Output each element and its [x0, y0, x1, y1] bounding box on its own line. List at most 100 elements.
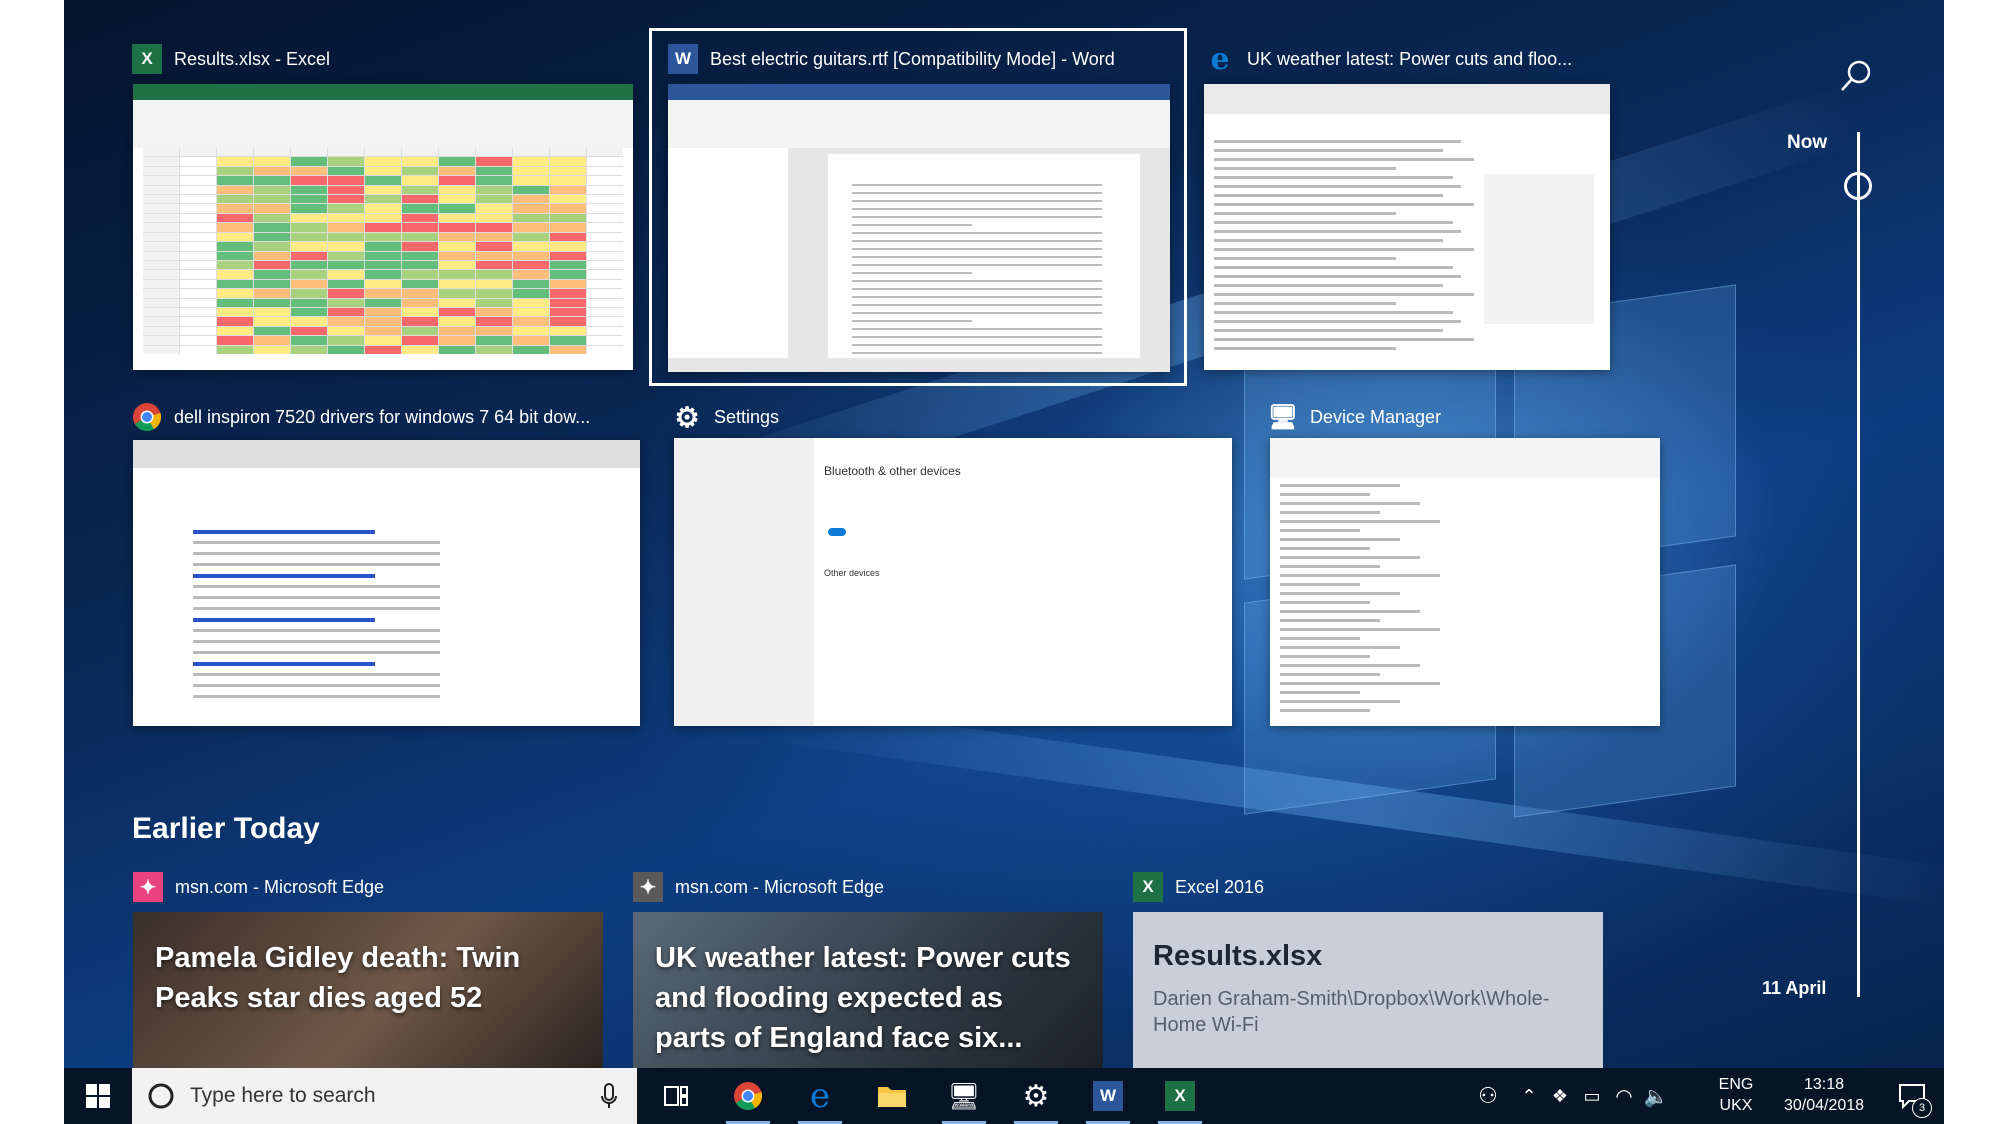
search-result-line — [193, 629, 440, 632]
excel-cell — [439, 157, 475, 166]
dropbox-icon[interactable]: ❖ — [1544, 1068, 1576, 1124]
excel-cell — [365, 289, 401, 298]
excel-cell — [254, 260, 290, 270]
people-icon[interactable]: ⚇ — [1468, 1068, 1508, 1124]
taskbar-settings[interactable]: ⚙ — [1006, 1068, 1066, 1124]
excel-cell — [143, 185, 179, 195]
excel-cell — [180, 336, 216, 345]
excel-cell — [254, 317, 290, 326]
excel-title-bar — [133, 84, 633, 100]
keyboard-layout: UKX — [1719, 1097, 1753, 1114]
taskbar-device-manager[interactable]: 🖥 — [934, 1068, 994, 1124]
excel-cell — [550, 260, 586, 270]
volume-icon[interactable]: 🔈 — [1640, 1068, 1672, 1124]
excel-cell — [291, 185, 327, 195]
window-card-device-manager-title[interactable]: 🖥 Device Manager — [1268, 402, 1441, 432]
activity-card-1[interactable]: Pamela Gidley death: Twin Peaks star die… — [133, 912, 603, 1068]
input-language[interactable]: ENG UKX — [1714, 1076, 1758, 1115]
window-card-chrome-title[interactable]: dell inspiron 7520 drivers for windows 7… — [132, 402, 590, 432]
excel-cell — [550, 223, 586, 232]
excel-cell — [291, 260, 327, 270]
search-result-line — [193, 662, 375, 666]
battery-icon[interactable]: ▭ — [1576, 1068, 1608, 1124]
excel-cell — [439, 260, 475, 270]
word-title-bar — [668, 84, 1170, 100]
excel-cell — [513, 260, 549, 270]
excel-cell — [365, 176, 401, 185]
timeline-track[interactable] — [1857, 132, 1860, 997]
settings-section-label: Other devices — [824, 568, 880, 578]
text-line — [1214, 221, 1454, 224]
search-result-line — [193, 618, 375, 622]
document-text-line — [852, 200, 1102, 202]
window-thumbnail-excel[interactable] — [133, 84, 633, 370]
excel-cell — [217, 326, 253, 336]
activity-card-3[interactable]: Results.xlsx Darien Graham-Smith\Dropbox… — [1133, 912, 1603, 1068]
excel-cell — [513, 307, 549, 317]
taskbar-word[interactable]: W — [1078, 1068, 1138, 1124]
task-view-button[interactable] — [646, 1068, 706, 1124]
wifi-icon[interactable]: ◠ — [1608, 1068, 1640, 1124]
excel-cell — [476, 326, 512, 336]
excel-cell — [217, 260, 253, 270]
action-center-button[interactable]: 3 — [1884, 1068, 1940, 1124]
window-thumbnail-chrome[interactable] — [133, 440, 640, 726]
excel-cell — [476, 148, 512, 157]
excel-cell — [402, 204, 438, 213]
show-hidden-icons-icon[interactable]: ⌃ — [1514, 1068, 1544, 1124]
window-thumbnail-word[interactable] — [668, 84, 1170, 372]
excel-cell — [328, 223, 364, 232]
excel-cell — [402, 345, 438, 354]
excel-cell — [291, 242, 327, 251]
excel-cell — [439, 176, 475, 185]
excel-cell — [402, 176, 438, 185]
window-thumbnail-edge[interactable] — [1204, 84, 1610, 370]
edge-icon: e — [1210, 41, 1230, 77]
window-card-excel-title[interactable]: X Results.xlsx - Excel — [132, 44, 330, 74]
excel-cell — [328, 260, 364, 270]
window-title: Results.xlsx - Excel — [174, 48, 331, 69]
edge-article-text — [1214, 140, 1474, 360]
microphone-icon[interactable] — [599, 1082, 619, 1110]
excel-cell — [439, 195, 475, 204]
activity-card-2[interactable]: UK weather latest: Power cuts and floodi… — [633, 912, 1103, 1068]
taskbar-excel[interactable]: X — [1150, 1068, 1210, 1124]
activity-app-label: msn.com - Microsoft Edge — [175, 876, 385, 897]
start-button[interactable] — [68, 1068, 128, 1124]
excel-cell — [402, 157, 438, 166]
excel-cell — [587, 232, 623, 242]
excel-cell — [217, 279, 253, 289]
text-line — [1280, 583, 1360, 586]
window-title: UK weather latest: Power cuts and floo..… — [1247, 48, 1573, 69]
search-result-line — [193, 684, 440, 687]
document-text-line — [852, 280, 1102, 282]
excel-cell — [328, 289, 364, 298]
excel-cell — [513, 213, 549, 223]
excel-cell — [291, 279, 327, 289]
excel-cell — [291, 251, 327, 260]
taskbar-file-explorer[interactable] — [862, 1068, 922, 1124]
window-thumbnail-settings[interactable]: Bluetooth & other devices Other devices — [674, 438, 1232, 726]
excel-cell — [439, 298, 475, 307]
excel-cell — [550, 195, 586, 204]
excel-cell — [402, 148, 438, 157]
excel-cell — [180, 279, 216, 289]
excel-cell — [550, 213, 586, 223]
window-card-settings-title[interactable]: ⚙ Settings — [672, 402, 779, 433]
search-placeholder: Type here to search — [190, 1084, 376, 1107]
window-card-edge-title[interactable]: e UK weather latest: Power cuts and floo… — [1205, 41, 1573, 77]
excel-cell — [439, 317, 475, 326]
timeline-search-icon[interactable] — [1838, 58, 1874, 94]
clock[interactable]: 13:18 30/04/2018 — [1774, 1076, 1874, 1115]
timeline-knob[interactable] — [1844, 172, 1872, 200]
excel-cell — [476, 213, 512, 223]
gear-icon: ⚙ — [1022, 1079, 1050, 1113]
text-line — [1214, 212, 1396, 215]
taskbar-chrome[interactable] — [718, 1068, 778, 1124]
window-card-word-title[interactable]: W Best electric guitars.rtf [Compatibili… — [668, 44, 1115, 74]
excel-cell — [476, 279, 512, 289]
window-thumbnail-device-manager[interactable] — [1270, 438, 1660, 726]
excel-cell — [513, 185, 549, 195]
taskbar-edge[interactable]: e — [790, 1068, 850, 1124]
taskbar-search-box[interactable]: Type here to search — [132, 1068, 637, 1124]
